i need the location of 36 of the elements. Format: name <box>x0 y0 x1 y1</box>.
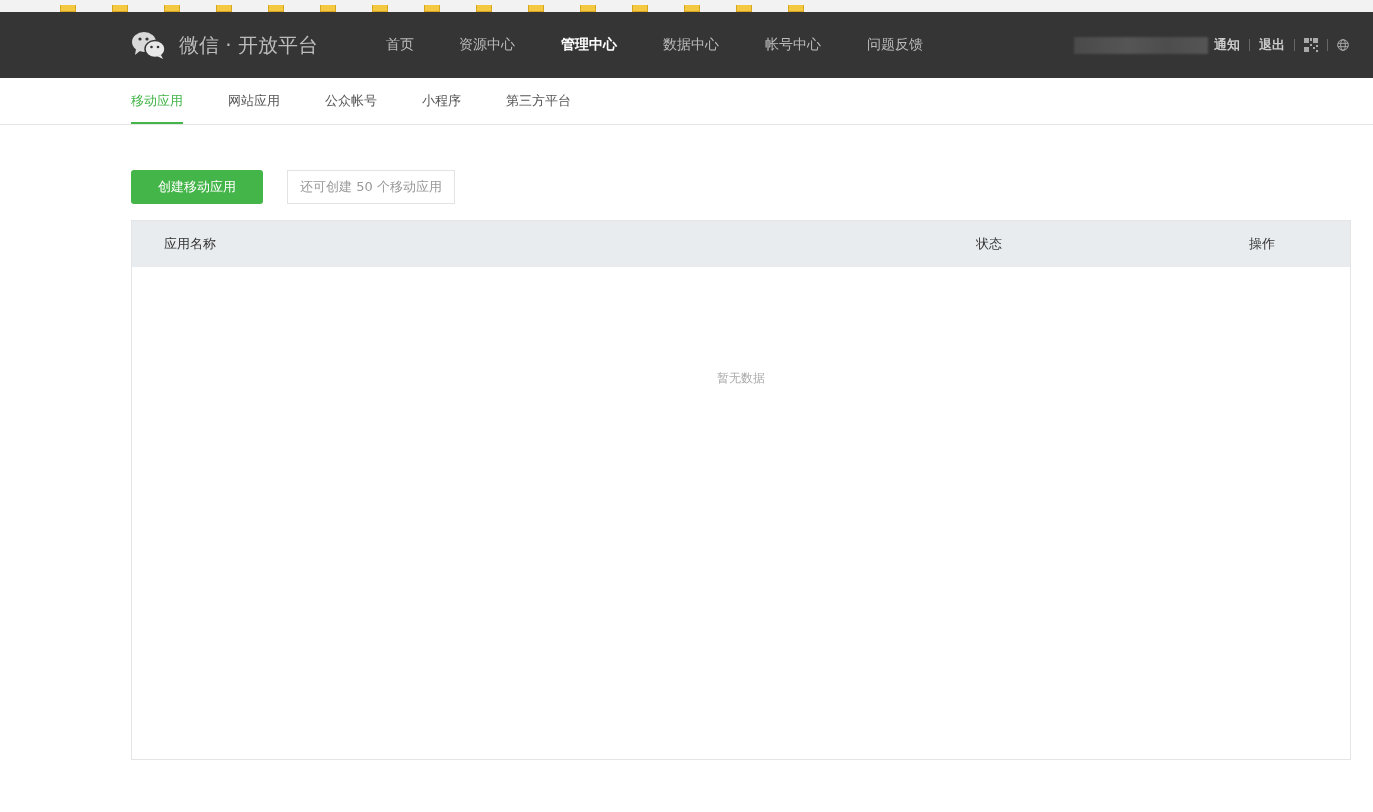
folder-icon[interactable] <box>788 5 804 12</box>
nav-link[interactable]: 首页 <box>386 36 459 54</box>
folder-icon[interactable] <box>632 5 648 12</box>
nav-link[interactable]: 数据中心 <box>663 36 765 54</box>
folder-icon[interactable] <box>424 5 440 12</box>
nav-link[interactable]: 问题反馈 <box>867 36 969 54</box>
folder-icon[interactable] <box>320 5 336 12</box>
empty-message: 暂无数据 <box>717 370 765 387</box>
column-header: 应用名称 <box>164 235 217 253</box>
folder-icon[interactable] <box>580 5 596 12</box>
folder-icon[interactable] <box>736 5 752 12</box>
nav-link[interactable]: 帐号中心 <box>765 36 867 54</box>
platform-logo-text: 微信 · 开放平台 <box>179 31 319 59</box>
chat-bubbles-icon <box>131 30 167 60</box>
header-link[interactable]: 退出 <box>1259 36 1285 54</box>
folder-icon[interactable] <box>60 5 76 12</box>
column-header: 操作 <box>1248 235 1276 253</box>
folder-icon[interactable] <box>528 5 544 12</box>
tab[interactable]: 网站应用 <box>228 78 280 124</box>
folder-icon[interactable] <box>268 5 284 12</box>
folder-icon[interactable] <box>112 5 128 12</box>
folder-icon[interactable] <box>684 5 700 12</box>
folder-icon[interactable] <box>216 5 232 12</box>
folder-icon[interactable] <box>164 5 180 12</box>
nav-link[interactable]: 管理中心 <box>561 36 663 54</box>
header-link[interactable]: 通知 <box>1214 36 1240 54</box>
qr-code-icon[interactable] <box>1304 38 1318 52</box>
nav-link[interactable]: 资源中心 <box>459 36 561 54</box>
folder-icon[interactable] <box>476 5 492 12</box>
globe-icon[interactable] <box>1337 39 1349 51</box>
column-header: 状态 <box>975 235 1003 253</box>
quota-tooltip: 还可创建 50 个移动应用 <box>287 170 455 204</box>
tab[interactable]: 小程序 <box>422 78 461 124</box>
folder-icon[interactable] <box>372 5 388 12</box>
tab[interactable]: 公众帐号 <box>325 78 377 124</box>
tab[interactable]: 第三方平台 <box>506 78 571 124</box>
